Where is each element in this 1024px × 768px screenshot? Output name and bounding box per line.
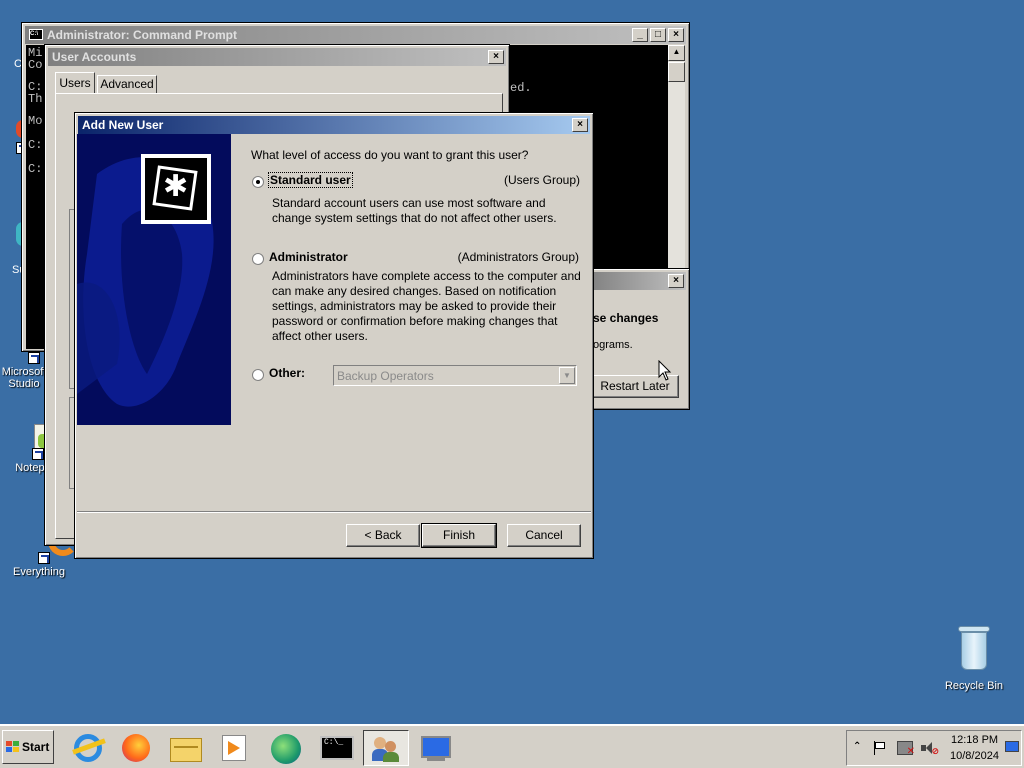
start-button[interactable]: Start [2, 730, 54, 764]
taskbar-edge[interactable] [264, 730, 310, 766]
close-button[interactable]: × [668, 274, 684, 288]
edge-icon [271, 734, 301, 764]
wizard-banner-image: ✱ [77, 134, 231, 425]
start-label: Start [22, 740, 50, 754]
standard-user-group: (Users Group) [503, 173, 580, 187]
taskbar-file-explorer[interactable] [164, 730, 210, 766]
wizard-separator [77, 511, 591, 513]
standard-user-label[interactable]: Standard user [268, 172, 353, 188]
tab-users[interactable]: Users [55, 72, 95, 94]
close-button[interactable]: × [668, 28, 684, 42]
clock-time[interactable]: 12:18 PM [951, 734, 998, 746]
desktop-icon-label: Everything [13, 566, 65, 578]
console-text: ed. [510, 81, 532, 95]
cmd-title-icon: C:\ [29, 29, 43, 40]
taskbar-media-player[interactable] [212, 730, 258, 766]
restart-body: ograms. [593, 339, 633, 351]
console-line: C: [28, 162, 43, 176]
command-prompt-icon: C:\_ [320, 736, 354, 760]
standard-user-radio[interactable] [252, 176, 264, 188]
restart-dialog[interactable]: × se changes ograms. Restart Later [584, 268, 690, 410]
flag-icon[interactable] [873, 741, 887, 755]
minimize-button[interactable]: _ [632, 28, 648, 42]
restart-dialog-titlebar[interactable]: × [588, 272, 686, 290]
mouse-cursor-icon [658, 360, 672, 381]
administrator-radio[interactable] [252, 253, 264, 265]
user-accounts-titlebar[interactable]: User Accounts × [48, 48, 506, 66]
finish-button[interactable]: Finish [421, 523, 497, 548]
file-explorer-icon [170, 738, 202, 762]
user-accounts-title: User Accounts [52, 50, 137, 64]
taskbar: Start C:\_ ⌃ ✕ ⊘ 12:18 PM 10/8/2024 [0, 724, 1024, 768]
cmd-title: Administrator: Command Prompt [47, 28, 238, 42]
windows-logo-icon [6, 741, 20, 753]
system-tray: ⌃ ✕ ⊘ 12:18 PM 10/8/2024 [846, 730, 1022, 766]
add-new-user-dialog[interactable]: Add New User × ✱ What level of access do… [74, 112, 594, 559]
add-new-user-title: Add New User [82, 118, 164, 132]
console-line: Th [28, 92, 43, 106]
console-line: Mo [28, 114, 43, 128]
network-computer-icon [421, 736, 451, 758]
scroll-thumb[interactable] [668, 62, 685, 82]
taskbar-network-computer[interactable] [413, 730, 459, 766]
console-line: C: [28, 138, 43, 152]
cancel-button[interactable]: Cancel [507, 524, 581, 547]
close-button[interactable]: × [488, 50, 504, 64]
tab-advanced[interactable]: Advanced [97, 75, 157, 94]
administrator-description: Administrators have complete access to t… [272, 269, 581, 343]
close-button[interactable]: × [572, 118, 588, 132]
firefox-icon [122, 734, 150, 762]
back-button[interactable]: < Back [346, 524, 420, 547]
clock-date[interactable]: 10/8/2024 [950, 750, 999, 762]
access-question: What level of access do you want to gran… [251, 148, 529, 162]
other-radio[interactable] [252, 369, 264, 381]
administrator-group: (Administrators Group) [457, 250, 579, 264]
console-line: Co [28, 58, 43, 72]
standard-user-description: Standard account users can use most soft… [272, 196, 557, 225]
recycle-bin-icon [954, 626, 994, 672]
user-key-icon: ✱ [141, 154, 211, 224]
chevron-down-icon: ▼ [559, 367, 575, 384]
desktop-icon-label: Recycle Bin [944, 680, 1004, 692]
restart-heading: se changes [593, 311, 659, 325]
other-select-value: Backup Operators [337, 369, 434, 383]
taskbar-ie[interactable] [66, 730, 112, 766]
scroll-up-button[interactable]: ▲ [668, 45, 685, 61]
desktop-icon-recycle-bin[interactable]: Recycle Bin [936, 626, 1012, 692]
other-group-select: Backup Operators ▼ [333, 365, 577, 386]
command-prompt-titlebar[interactable]: C:\ Administrator: Command Prompt _ □ × [25, 26, 686, 44]
taskbar-firefox[interactable] [114, 730, 160, 766]
other-label[interactable]: Other: [269, 366, 305, 380]
taskbar-command-prompt[interactable]: C:\_ [314, 730, 360, 766]
administrator-label[interactable]: Administrator [269, 250, 348, 264]
network-disconnected-icon[interactable]: ✕ [897, 741, 915, 757]
taskbar-user-accounts[interactable] [363, 730, 409, 766]
maximize-button[interactable]: □ [650, 28, 666, 42]
show-hidden-icons[interactable]: ⌃ [853, 741, 861, 752]
user-accounts-icon [372, 735, 400, 763]
volume-muted-icon[interactable]: ⊘ [921, 741, 939, 756]
add-new-user-titlebar[interactable]: Add New User × [78, 116, 590, 134]
show-desktop-icon[interactable] [1005, 741, 1019, 752]
